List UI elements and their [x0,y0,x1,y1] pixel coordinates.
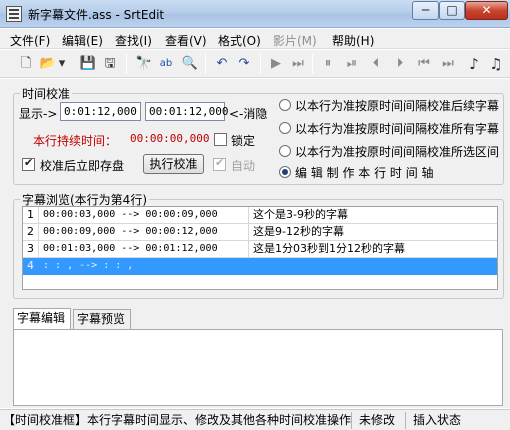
menu-view[interactable]: 查看(V) [165,32,207,49]
row-text: 这个是3-9秒的字幕 [253,208,348,221]
start-time-field[interactable]: 0:01:12,000 [60,102,141,121]
lock-checkbox[interactable] [214,133,227,146]
row-number: 3 [23,241,39,258]
open-folder-icon[interactable]: 📂 [38,54,58,74]
row-time: : : , --> : : , [43,258,249,275]
binoculars-find-icon[interactable]: 🔭 [134,54,154,74]
time-calibration-title: 时间校准 [20,85,73,102]
cancel-label: <-消隐 [229,107,268,121]
menu-movie[interactable]: 影片(M) [273,32,317,49]
table-row[interactable]: 2 00:00:09,000 --> 00:00:12,000 这是9-12秒的… [23,224,497,241]
next-frame-icon[interactable]: ⏯ [342,54,362,74]
subtitle-table[interactable]: 1 00:00:03,000 --> 00:00:09,000 这个是3-9秒的… [22,206,498,290]
rewind-icon[interactable]: ⏴ [366,54,386,74]
title-bar[interactable]: 新字幕文件.ass - SrtEdit ─ □ ✕ [0,0,510,28]
step-icon[interactable]: ⏭ [288,54,308,74]
play-icon[interactable]: ▶ [266,54,286,74]
toolbar-separator [312,54,313,74]
toolbar: 🗋 📂 ▾ 💾 🖫 🔭 ab 🔍 ↶ ↷ ▶ ⏭ ⏸ ⏯ ⏴ ⏵ ⏮ ⏭ ♪ ♫ [0,50,510,78]
window-title: 新字幕文件.ass - SrtEdit [28,8,165,22]
undo-icon[interactable]: ↶ [212,54,232,74]
end-time-field[interactable]: 00:01:12,000 [145,102,228,121]
lock-label: 锁定 [231,134,256,148]
radio-label-timeline: 编 辑 制 作 本 行 时 间 轴 [295,166,434,180]
row-text: 这是9-12秒的字幕 [253,225,344,238]
toolbar-separator [260,54,261,74]
apply-now-checkbox[interactable] [22,156,35,171]
maximize-button[interactable]: □ [439,1,465,20]
toolbar-separator [205,54,206,74]
auto-checkbox[interactable] [213,156,226,171]
dropdown-arrow-icon[interactable]: ▾ [56,54,68,74]
table-row[interactable]: 3 00:01:03,000 --> 00:01:12,000 这是1分03秒到… [23,241,497,258]
menu-bar: 文件(F) 编辑(E) 查找(I) 查看(V) 格式(O) 影片(M) 帮助(H… [0,29,510,49]
auto-label: 自动 [231,159,256,173]
tab-subtitle-preview[interactable]: 字幕预览 [73,309,131,330]
row-time: 00:00:03,000 --> 00:00:09,000 [43,207,249,224]
radio-calibrate-following[interactable] [279,99,291,111]
save-all-icon[interactable]: 🖫 [100,54,120,74]
row-number: 4 [23,258,39,275]
tab-subtitle-edit[interactable]: 字幕编辑 [13,308,71,330]
duration-value: 00:00:00,000 [130,132,210,145]
music-note-icon[interactable]: ♪ [464,54,484,74]
forward-icon[interactable]: ⏵ [390,54,410,74]
row-time: 00:00:09,000 --> 00:00:12,000 [43,224,249,241]
radio-edit-timeline[interactable] [279,166,291,178]
duration-label: 本行持续时间： [33,134,118,148]
table-row[interactable]: 1 00:00:03,000 --> 00:00:09,000 这个是3-9秒的… [23,207,497,224]
display-label: 显示-> [19,107,58,121]
row-text: 这是1分03秒到1分12秒的字幕 [253,242,405,255]
menu-help[interactable]: 帮助(H) [332,32,374,49]
radio-label-selection: 以本行为准按原时间间隔校准所选区间 [295,145,500,159]
skip-forward-icon[interactable]: ⏭ [438,54,458,74]
find-in-file-icon[interactable]: 🔍 [180,54,200,74]
status-modified: 未修改 [356,412,406,429]
pause-icon[interactable]: ⏸ [318,54,338,74]
radio-label-all: 以本行为准按原时间间隔校准所有字幕 [295,122,500,136]
radio-label-following: 以本行为准按原时间间隔校准后续字幕 [295,99,500,113]
table-row-selected[interactable]: 4 : : , --> : : , [23,258,497,275]
row-time: 00:01:03,000 --> 00:01:12,000 [43,241,249,258]
menu-find[interactable]: 查找(I) [115,32,152,49]
toolbar-separator [126,54,127,74]
menu-file[interactable]: 文件(F) [10,32,50,49]
execute-calibration-button[interactable]: 执行校准 [143,154,204,174]
radio-calibrate-selection[interactable] [279,145,291,157]
new-file-icon[interactable]: 🗋 [16,54,36,74]
row-number: 2 [23,224,39,241]
status-hint: 【时间校准框】本行字幕时间显示、修改及其他各种时间校准操作 [0,412,352,429]
subtitle-editor-area[interactable] [13,329,503,406]
radio-calibrate-all[interactable] [279,122,291,134]
menu-format[interactable]: 格式(O) [218,32,261,49]
app-icon [6,6,22,22]
status-mode: 插入状态 [413,413,462,427]
music-note-2-icon[interactable]: ♫ [486,54,506,74]
close-button[interactable]: ✕ [465,1,508,20]
row-number: 1 [23,207,39,224]
minimize-button[interactable]: ─ [412,1,439,20]
status-bar: 【时间校准框】本行字幕时间显示、修改及其他各种时间校准操作 未修改 插入状态 [0,409,510,430]
menu-edit[interactable]: 编辑(E) [62,32,103,49]
replace-ab-icon[interactable]: ab [156,54,176,74]
skip-back-icon[interactable]: ⏮ [414,54,434,74]
redo-icon[interactable]: ↷ [234,54,254,74]
apply-now-label: 校准后立即存盘 [40,159,125,173]
save-icon[interactable]: 💾 [78,54,98,74]
